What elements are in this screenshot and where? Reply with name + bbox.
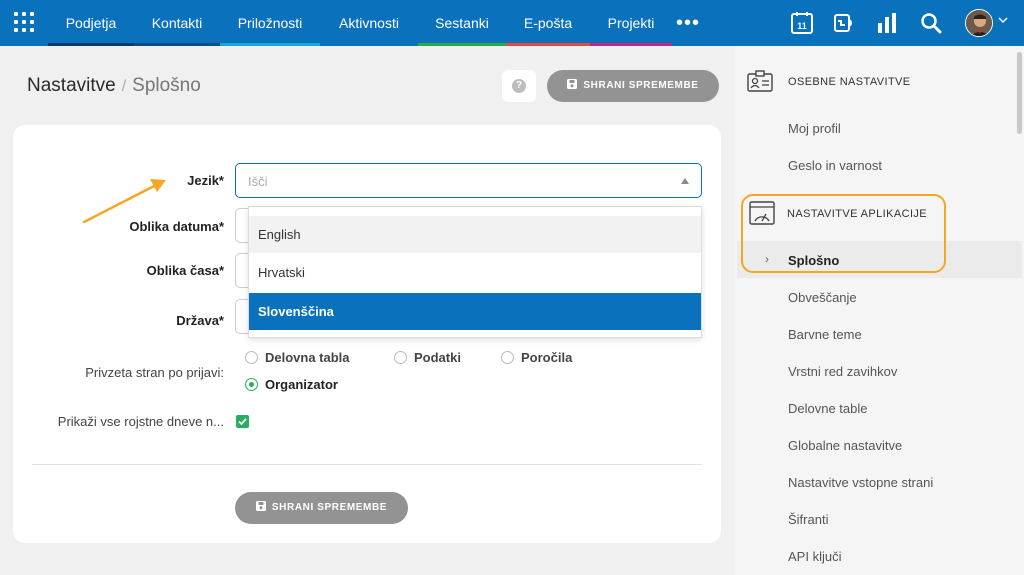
dropdown-option-slovenscina[interactable]: Slovenščina <box>249 293 701 330</box>
country-label: Država* <box>176 313 224 328</box>
date-format-select[interactable] <box>235 208 249 243</box>
calendar-icon[interactable]: 11 <box>790 11 814 35</box>
nav-tab-aktivnosti[interactable]: Aktivnosti <box>320 0 418 46</box>
nav-tab-podjetja[interactable]: Podjetja <box>48 0 134 46</box>
tab-underline <box>134 43 220 46</box>
sidebar-item-moj-profil[interactable]: Moj profil <box>788 121 841 136</box>
nav-tab-kontakti[interactable]: Kontakti <box>134 0 220 46</box>
annotation-highlight-box <box>741 194 946 273</box>
sidebar-item-globalne-nastavitve[interactable]: Globalne nastavitve <box>788 438 902 453</box>
help-icon: ? <box>512 79 526 93</box>
chevron-down-icon[interactable] <box>998 15 1008 25</box>
radio-circle <box>245 351 258 364</box>
nav-tab-projekti[interactable]: Projekti <box>590 0 672 46</box>
tab-underline <box>220 43 320 46</box>
help-button[interactable]: ? <box>502 70 536 102</box>
tab-underline <box>590 43 672 46</box>
radio-circle-selected <box>245 378 258 391</box>
personal-settings-heading: OSEBNE NASTAVITVE <box>788 76 911 88</box>
settings-sidebar <box>735 46 1024 575</box>
save-icon <box>567 79 578 90</box>
landing-page-label: Privzeta stran po prijavi: <box>85 365 224 380</box>
tab-underline <box>506 43 590 46</box>
breadcrumb-separator: / <box>121 78 127 95</box>
divider <box>32 464 702 465</box>
caret-up-icon <box>681 178 689 184</box>
apps-grid-icon[interactable] <box>14 12 36 34</box>
time-format-select[interactable] <box>235 253 249 288</box>
sidebar-item-api-kljuci[interactable]: API ključi <box>788 549 841 564</box>
time-format-label: Oblika časa* <box>146 263 224 278</box>
phone-icon[interactable] <box>833 11 857 35</box>
nav-tab-sestanki[interactable]: Sestanki <box>418 0 506 46</box>
calendar-day: 11 <box>797 21 807 31</box>
annotation-arrow-icon <box>82 179 166 224</box>
nav-tab-eposta[interactable]: E-pošta <box>506 0 590 46</box>
search-icon[interactable] <box>919 11 943 35</box>
more-menu-icon[interactable]: ••• <box>676 13 700 33</box>
top-nav-bar: Podjetja Kontakti Priložnosti Aktivnosti… <box>0 0 1024 46</box>
save-icon <box>255 501 266 512</box>
nav-tab-priloznosti[interactable]: Priložnosti <box>220 0 320 46</box>
save-changes-button-top[interactable]: SHRANI SPREMEMBE <box>547 70 719 102</box>
birthdays-checkbox[interactable] <box>236 415 249 428</box>
language-search-input[interactable]: Išči <box>248 174 268 189</box>
sidebar-item-barvne-teme[interactable]: Barvne teme <box>788 327 862 342</box>
sidebar-item-nastavitve-vstopne-strani[interactable]: Nastavitve vstopne strani <box>788 475 933 490</box>
page-title: Splošno <box>132 75 201 96</box>
breadcrumb-settings[interactable]: Nastavitve <box>27 75 116 96</box>
radio-circle <box>394 351 407 364</box>
id-card-icon <box>747 70 773 92</box>
language-select[interactable]: Išči <box>235 163 702 198</box>
sidebar-item-sifranti[interactable]: Šifranti <box>788 512 828 527</box>
tab-underline <box>418 43 506 46</box>
dropdown-option-hrvatski[interactable]: Hrvatski <box>249 254 701 291</box>
dropdown-option-english[interactable]: English <box>249 216 701 253</box>
birthdays-label: Prikaži vse rojstne dneve n... <box>57 414 224 429</box>
scrollbar[interactable] <box>1017 52 1022 134</box>
sidebar-item-geslo-in-varnost[interactable]: Geslo in varnost <box>788 158 882 173</box>
language-dropdown: English Hrvatski Slovenščina <box>248 206 702 338</box>
tab-underline <box>48 43 134 46</box>
chart-icon[interactable] <box>875 11 899 35</box>
sidebar-item-vrstni-red-zavihkov[interactable]: Vrstni red zavihkov <box>788 364 897 379</box>
radio-circle <box>501 351 514 364</box>
sidebar-item-obvescanje[interactable]: Obveščanje <box>788 290 857 305</box>
avatar[interactable] <box>965 9 993 37</box>
sidebar-item-delovne-table[interactable]: Delovne table <box>788 401 868 416</box>
save-changes-button-bottom[interactable]: SHRANI SPREMEMBE <box>235 492 408 524</box>
breadcrumb: Nastavitve / Splošno <box>27 75 201 97</box>
check-icon <box>238 418 247 426</box>
country-select[interactable] <box>235 299 249 334</box>
